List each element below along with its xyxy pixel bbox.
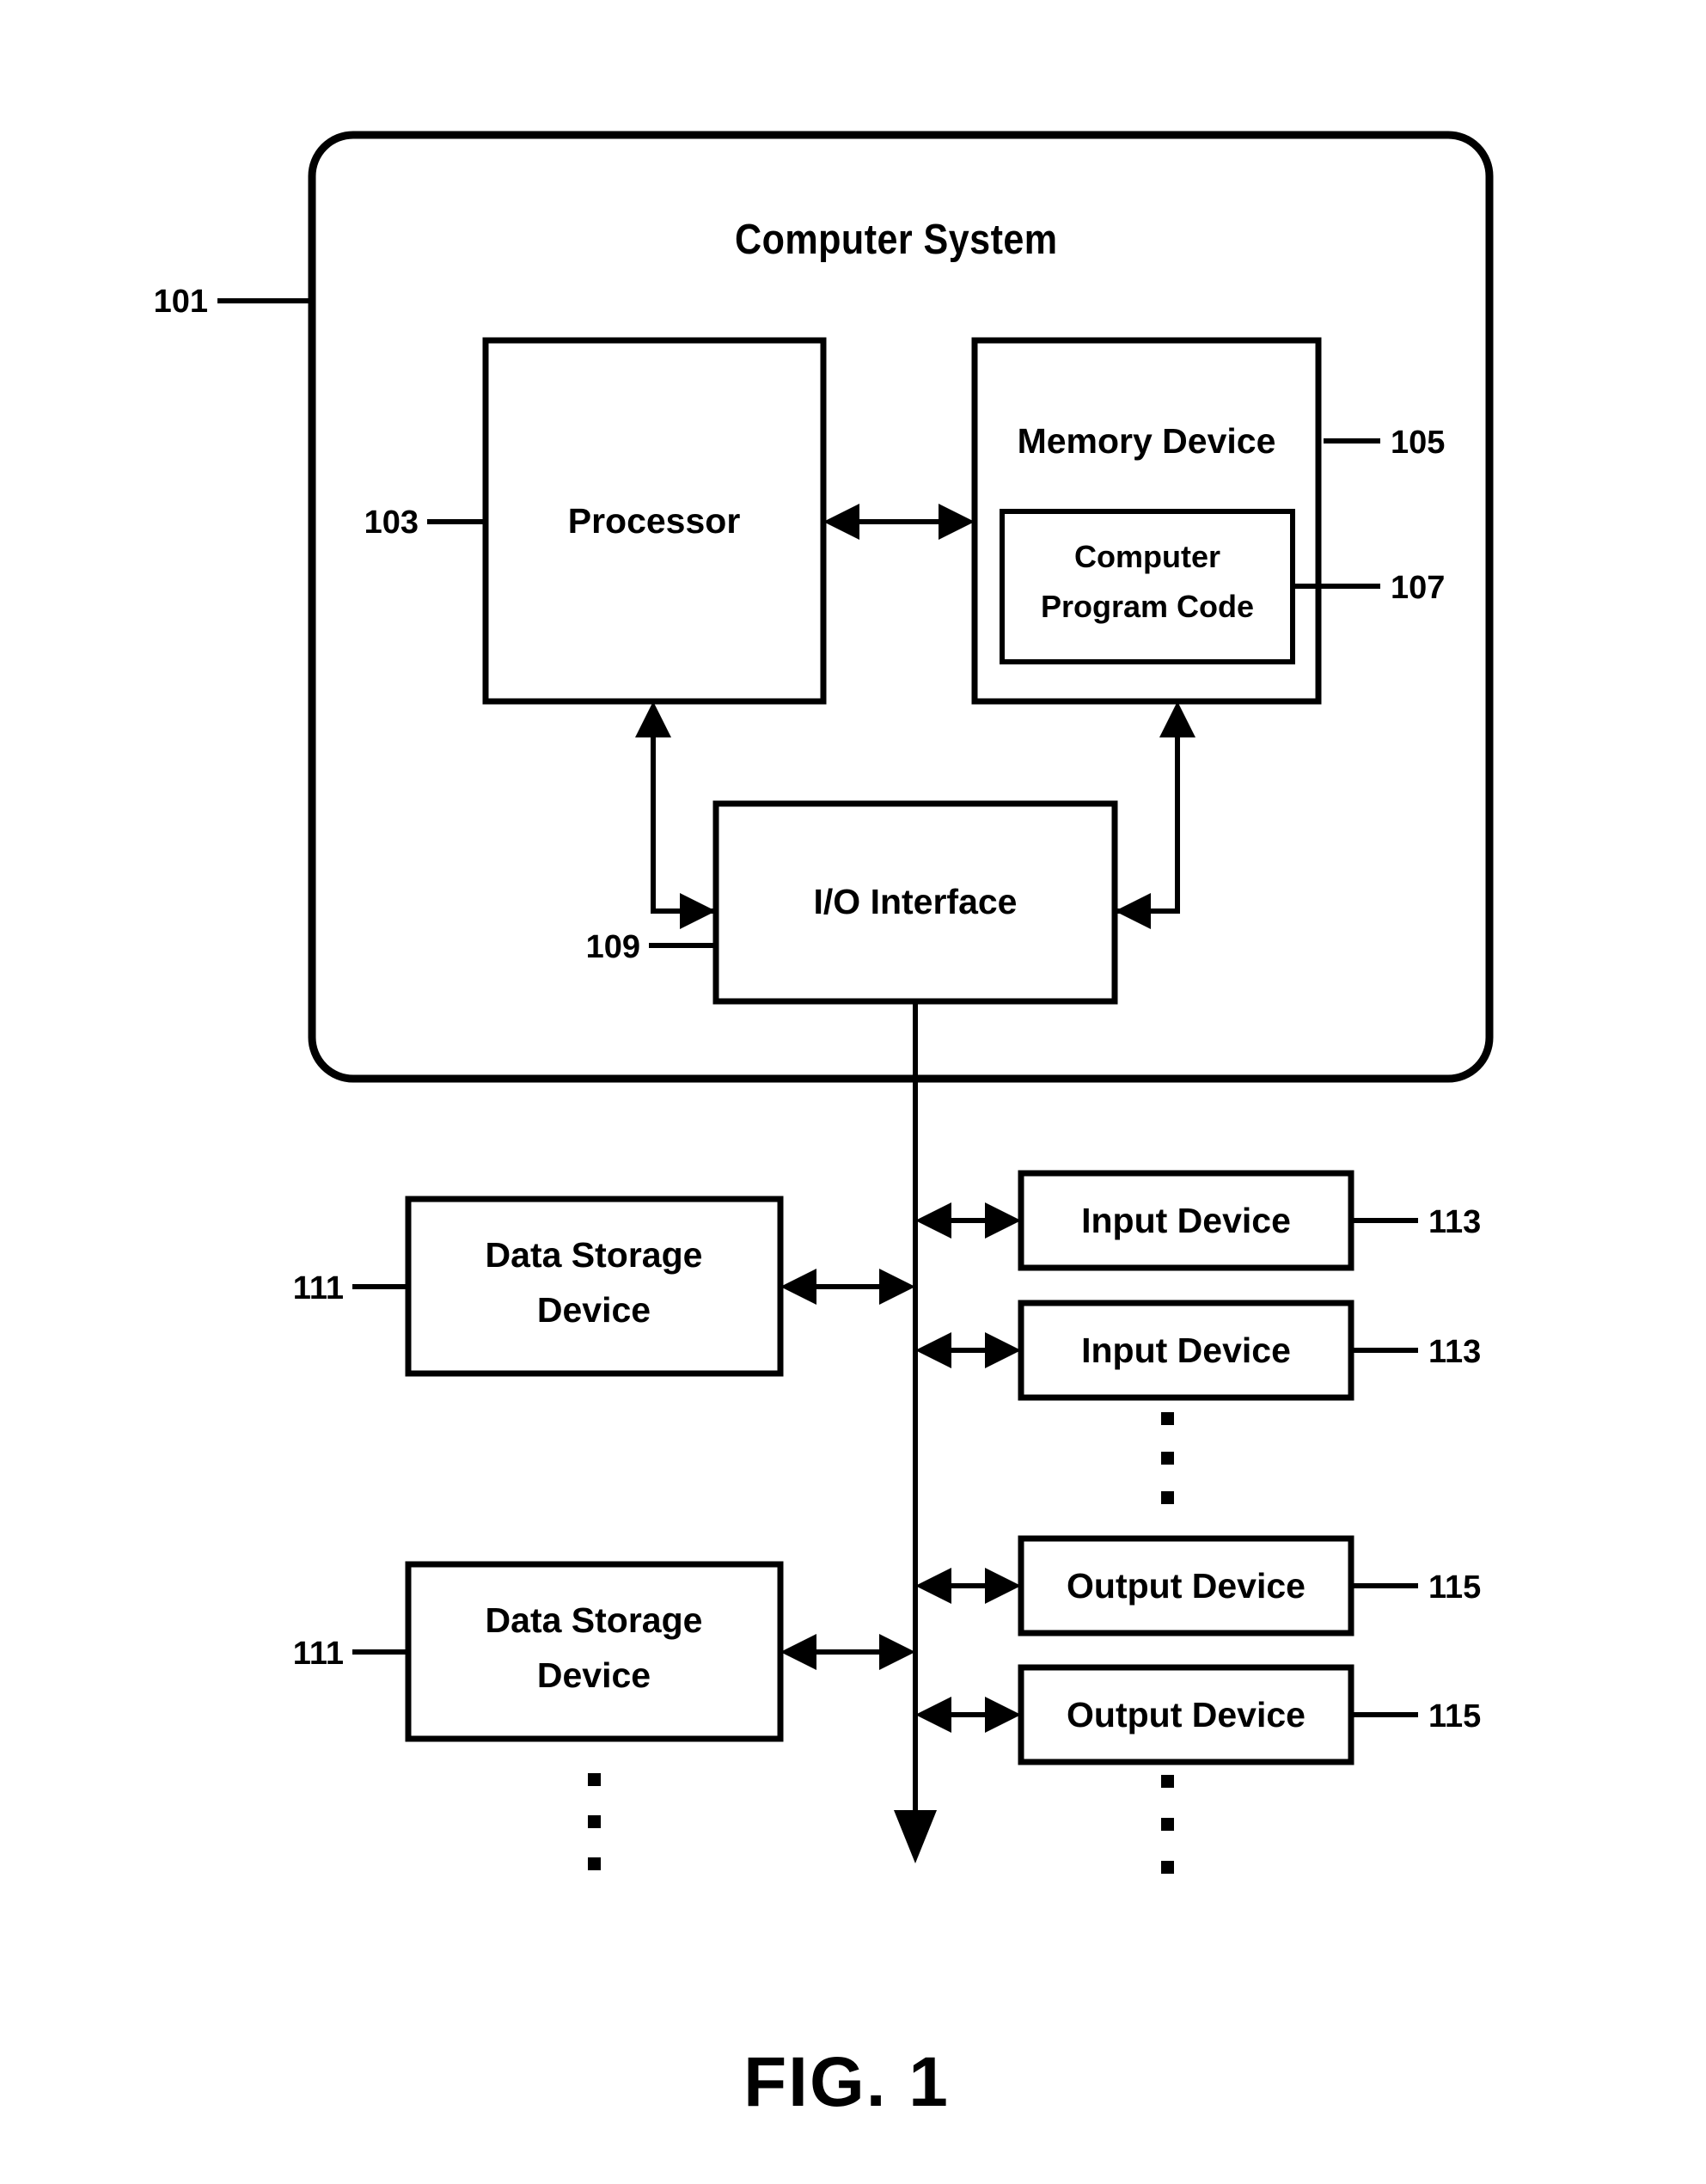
- ref-111-a-label: 111: [293, 1270, 344, 1306]
- storage-column-ellipsis-dot-2: [588, 1815, 601, 1828]
- figure-1-diagram: Computer System 101 Processor 103 Memory…: [154, 131, 1494, 2121]
- computer-system-title: Computer System: [735, 215, 1058, 262]
- output-column-ellipsis-dot-2: [1161, 1818, 1174, 1831]
- arrowhead-input-1-left: [915, 1202, 951, 1239]
- input-device-2-label: Input Device: [1081, 1331, 1291, 1370]
- data-storage-device-2-box: [405, 1561, 784, 1742]
- arrowhead-io-left-into-box: [680, 893, 716, 929]
- input-column-ellipsis-dot-1: [1161, 1412, 1174, 1425]
- ref-109-label: 109: [586, 929, 640, 965]
- ref-111-b-label: 111: [293, 1636, 344, 1672]
- ref-115-b-label: 115: [1428, 1698, 1481, 1734]
- figure-caption: FIG. 1: [743, 2043, 950, 2121]
- arrowhead-left-processor-memory: [823, 504, 859, 540]
- ref-115-a-label: 115: [1428, 1569, 1481, 1606]
- ref-113-b-label: 113: [1428, 1334, 1481, 1370]
- input-column-ellipsis-dot-3: [1161, 1491, 1174, 1504]
- io-to-memory-link: [1115, 735, 1180, 914]
- output-column-ellipsis-dot-1: [1161, 1775, 1174, 1788]
- storage-column-ellipsis-dot-3: [588, 1857, 601, 1870]
- io-interface-label: I/O Interface: [814, 882, 1018, 921]
- arrowhead-into-memory: [1159, 701, 1195, 737]
- arrowhead-output-1-left: [915, 1568, 951, 1604]
- data-storage-device-2-label-line1: Data Storage: [486, 1600, 703, 1640]
- computer-program-code-label-line2: Program Code: [1041, 589, 1254, 624]
- arrowhead-storage-1-left: [780, 1269, 816, 1305]
- arrowhead-output-2-right: [985, 1697, 1021, 1733]
- patent-figure-page: Computer System 101 Processor 103 Memory…: [0, 0, 1706, 2184]
- arrowhead-input-2-right: [985, 1332, 1021, 1368]
- arrowhead-into-processor: [635, 701, 671, 737]
- storage-column-ellipsis-dot-1: [588, 1773, 601, 1786]
- input-column-ellipsis-dot-2: [1161, 1452, 1174, 1465]
- ref-105-label: 105: [1391, 425, 1445, 461]
- arrowhead-output-1-right: [985, 1568, 1021, 1604]
- data-storage-device-1-box: [405, 1196, 784, 1377]
- io-to-processor-link: [651, 735, 716, 914]
- arrowhead-input-1-right: [985, 1202, 1021, 1239]
- output-column-ellipsis-dot-3: [1161, 1861, 1174, 1874]
- output-device-1-label: Output Device: [1067, 1566, 1305, 1606]
- data-storage-device-1-label-line1: Data Storage: [486, 1235, 703, 1275]
- computer-program-code-label-line1: Computer: [1074, 539, 1220, 574]
- computer-program-code-box: [1000, 509, 1295, 664]
- data-storage-device-2-label-line2: Device: [537, 1655, 651, 1695]
- arrowhead-bus-bottom: [894, 1810, 937, 1863]
- arrowhead-input-2-left: [915, 1332, 951, 1368]
- ref-113-a-label: 113: [1428, 1204, 1481, 1240]
- arrowhead-io-right-into-box: [1115, 893, 1151, 929]
- arrowhead-output-2-left: [915, 1697, 951, 1733]
- processor-label: Processor: [568, 501, 741, 541]
- arrowhead-storage-1-right: [879, 1269, 915, 1305]
- ref-103-label: 103: [364, 505, 419, 541]
- arrowhead-storage-2-left: [780, 1634, 816, 1670]
- arrowhead-right-processor-memory: [939, 504, 975, 540]
- input-device-1-label: Input Device: [1081, 1201, 1291, 1240]
- ref-107-label: 107: [1391, 570, 1445, 606]
- ref-101-label: 101: [154, 284, 208, 320]
- output-device-2-label: Output Device: [1067, 1695, 1305, 1734]
- arrowhead-storage-2-right: [879, 1634, 915, 1670]
- data-storage-device-1-label-line2: Device: [537, 1290, 651, 1330]
- memory-device-label: Memory Device: [1018, 421, 1276, 461]
